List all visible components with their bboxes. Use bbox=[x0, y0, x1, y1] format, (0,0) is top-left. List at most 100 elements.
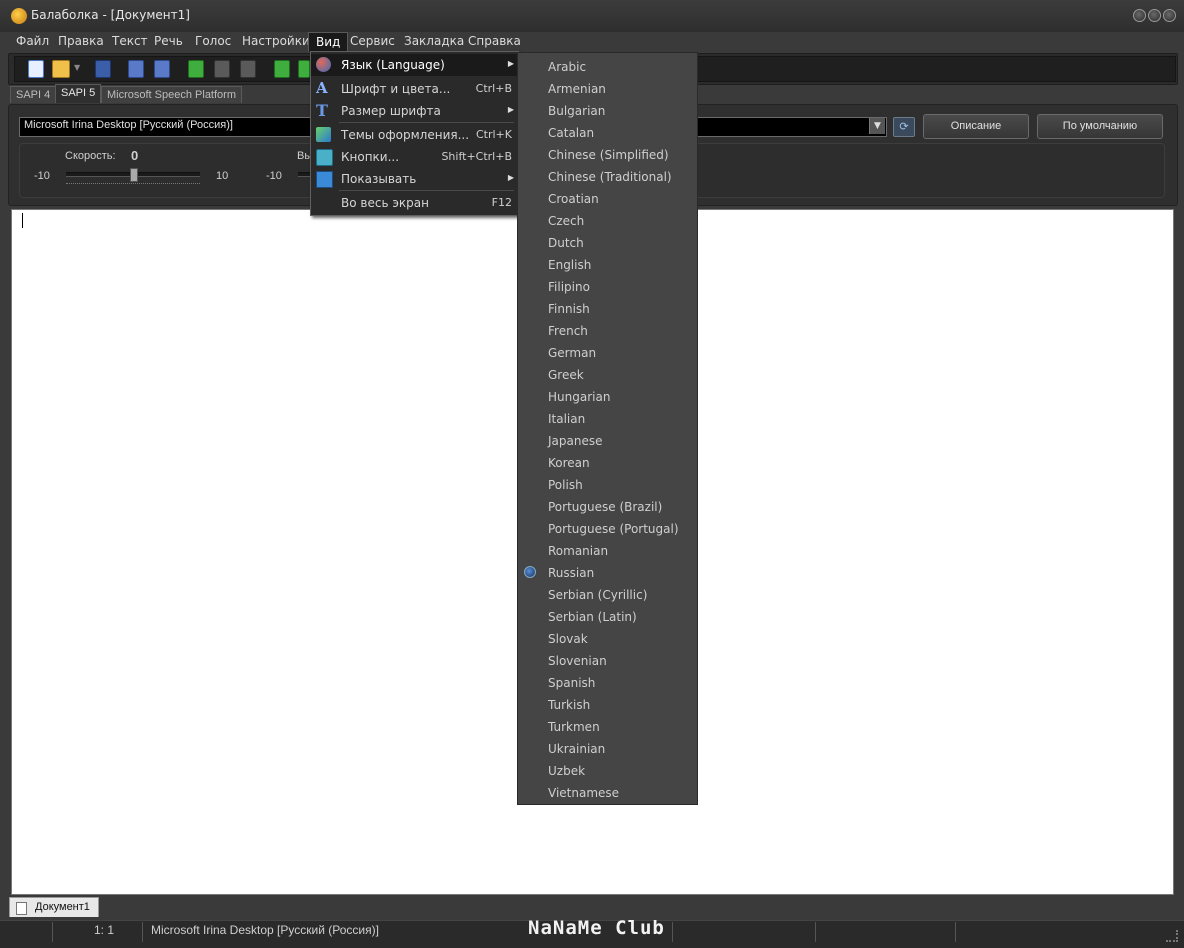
language-option[interactable]: French bbox=[518, 319, 697, 341]
language-option-label: Filipino bbox=[548, 280, 590, 294]
menu-item-buttons[interactable]: Кнопки... Shift+Ctrl+B bbox=[311, 146, 518, 168]
buttons-icon bbox=[316, 149, 333, 166]
read-clipboard-icon[interactable] bbox=[274, 60, 290, 78]
language-option-label: Turkmen bbox=[548, 720, 600, 734]
menu-item-themes[interactable]: Темы оформления... Ctrl+K bbox=[311, 124, 518, 146]
language-option-label: Italian bbox=[548, 412, 586, 426]
language-option[interactable]: Dutch bbox=[518, 231, 697, 253]
language-option[interactable]: Ukrainian bbox=[518, 737, 697, 759]
menu-voice[interactable]: Голос bbox=[188, 32, 238, 51]
language-option[interactable]: Vietnamese bbox=[518, 781, 697, 803]
language-option-label: Spanish bbox=[548, 676, 596, 690]
language-option[interactable]: Chinese (Traditional) bbox=[518, 165, 697, 187]
font-size-icon: T bbox=[316, 101, 328, 120]
new-document-icon[interactable] bbox=[28, 60, 44, 78]
language-option[interactable]: Portuguese (Brazil) bbox=[518, 495, 697, 517]
language-option[interactable]: Czech bbox=[518, 209, 697, 231]
language-option[interactable]: Chinese (Simplified) bbox=[518, 143, 697, 165]
menu-help[interactable]: Справка bbox=[461, 32, 528, 51]
read-file-icon[interactable] bbox=[298, 60, 310, 78]
language-option[interactable]: Serbian (Latin) bbox=[518, 605, 697, 627]
language-option-label: Czech bbox=[548, 214, 585, 228]
language-option[interactable]: Armenian bbox=[518, 77, 697, 99]
default-button[interactable]: По умолчанию bbox=[1037, 114, 1163, 139]
language-option[interactable]: Finnish bbox=[518, 297, 697, 319]
language-option[interactable]: Catalan bbox=[518, 121, 697, 143]
language-option[interactable]: Greek bbox=[518, 363, 697, 385]
refresh-icon[interactable]: ⟳ bbox=[893, 117, 915, 137]
menu-item-font-colors[interactable]: A Шрифт и цвета... Ctrl+B bbox=[311, 78, 518, 100]
language-option[interactable]: Romanian bbox=[518, 539, 697, 561]
menu-item-language[interactable]: Язык (Language) ▶ bbox=[311, 54, 518, 76]
language-option[interactable]: Portuguese (Portugal) bbox=[518, 517, 697, 539]
language-option-label: Japanese bbox=[548, 434, 603, 448]
language-option[interactable]: Bulgarian bbox=[518, 99, 697, 121]
menu-file[interactable]: Файл bbox=[9, 32, 56, 51]
menu-edit[interactable]: Правка bbox=[51, 32, 111, 51]
submenu-arrow-icon: ▶ bbox=[507, 59, 514, 68]
language-option[interactable]: Russian bbox=[518, 561, 697, 583]
language-option[interactable]: Italian bbox=[518, 407, 697, 429]
language-option[interactable]: Slovak bbox=[518, 627, 697, 649]
language-option[interactable]: Arabic bbox=[518, 55, 697, 77]
document-tab[interactable]: Документ1 bbox=[9, 897, 99, 917]
language-option-label: Korean bbox=[548, 456, 590, 470]
language-option[interactable]: German bbox=[518, 341, 697, 363]
description-button[interactable]: Описание bbox=[923, 114, 1029, 139]
maximize-button[interactable] bbox=[1148, 9, 1161, 22]
language-option[interactable]: Filipino bbox=[518, 275, 697, 297]
window-title: Балаболка - [Документ1] bbox=[31, 8, 190, 22]
menu-service[interactable]: Сервис bbox=[343, 32, 402, 51]
close-button[interactable] bbox=[1163, 9, 1176, 22]
language-option-label: Portuguese (Portugal) bbox=[548, 522, 679, 536]
stop-icon[interactable] bbox=[240, 60, 256, 78]
chevron-down-icon[interactable]: ▼ bbox=[869, 118, 885, 134]
save-icon[interactable] bbox=[95, 60, 111, 78]
language-option-label: Bulgarian bbox=[548, 104, 606, 118]
language-option-label: Russian bbox=[548, 566, 595, 580]
speed-min: -10 bbox=[34, 170, 50, 182]
radio-selected-icon bbox=[524, 566, 536, 578]
language-option-label: Serbian (Latin) bbox=[548, 610, 637, 624]
language-option-label: Dutch bbox=[548, 236, 584, 250]
language-option[interactable]: Spanish bbox=[518, 671, 697, 693]
pause-icon[interactable] bbox=[214, 60, 230, 78]
language-option[interactable]: Japanese bbox=[518, 429, 697, 451]
batch-icon[interactable] bbox=[154, 60, 170, 78]
language-option-label: Serbian (Cyrillic) bbox=[548, 588, 648, 602]
speed-label: Скорость: bbox=[65, 150, 116, 162]
open-folder-icon[interactable] bbox=[52, 60, 70, 78]
language-option[interactable]: Slovenian bbox=[518, 649, 697, 671]
menu-speech[interactable]: Речь bbox=[147, 32, 190, 51]
language-option[interactable]: Turkish bbox=[518, 693, 697, 715]
menu-item-fullscreen[interactable]: Во весь экран F12 bbox=[311, 192, 518, 214]
language-option[interactable]: Hungarian bbox=[518, 385, 697, 407]
convert-icon[interactable] bbox=[128, 60, 144, 78]
language-option-label: Hungarian bbox=[548, 390, 611, 404]
language-option[interactable]: Polish bbox=[518, 473, 697, 495]
language-option[interactable]: Uzbek bbox=[518, 759, 697, 781]
language-option-label: Croatian bbox=[548, 192, 599, 206]
menu-item-font-size[interactable]: T Размер шрифта ▶ bbox=[311, 100, 518, 122]
tab-sapi4[interactable]: SAPI 4 bbox=[10, 86, 57, 103]
language-option[interactable]: Korean bbox=[518, 451, 697, 473]
tab-sapi5[interactable]: SAPI 5 bbox=[55, 84, 102, 103]
tab-speech-platform[interactable]: Microsoft Speech Platform bbox=[101, 86, 242, 103]
play-icon[interactable] bbox=[188, 60, 204, 78]
submenu-arrow-icon: ▶ bbox=[507, 105, 514, 114]
language-option[interactable]: Croatian bbox=[518, 187, 697, 209]
view-menu: Язык (Language) ▶ A Шрифт и цвета... Ctr… bbox=[310, 51, 519, 216]
open-dropdown-icon[interactable]: ▼ bbox=[74, 60, 82, 76]
status-divider bbox=[815, 922, 816, 942]
language-option[interactable]: English bbox=[518, 253, 697, 275]
minimize-button[interactable] bbox=[1133, 9, 1146, 22]
language-option[interactable]: Serbian (Cyrillic) bbox=[518, 583, 697, 605]
resize-grip[interactable] bbox=[1166, 930, 1178, 942]
menu-settings[interactable]: Настройки bbox=[235, 32, 317, 51]
status-voice: Microsoft Irina Desktop [Русский (Россия… bbox=[151, 923, 379, 937]
menu-item-show[interactable]: Показывать ▶ bbox=[311, 168, 518, 190]
app-icon bbox=[11, 8, 27, 24]
speed-slider-thumb[interactable] bbox=[130, 168, 138, 182]
second-slider[interactable] bbox=[298, 172, 310, 177]
language-option[interactable]: Turkmen bbox=[518, 715, 697, 737]
